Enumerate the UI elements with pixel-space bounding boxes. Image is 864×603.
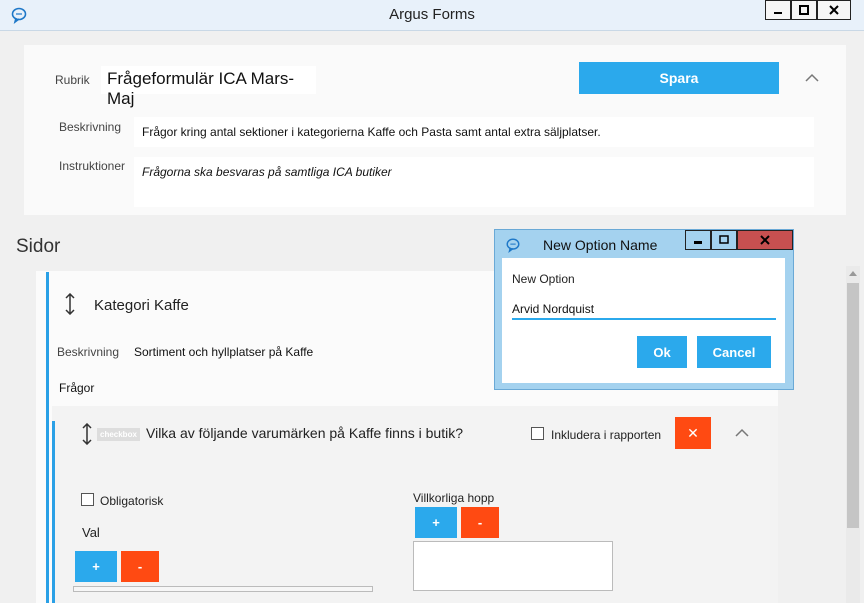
dialog-body: New Option Arvid Nordquist Ok Cancel <box>502 258 785 383</box>
dialog-maximize-icon <box>719 235 729 244</box>
close-icon <box>829 5 839 15</box>
dialog-minimize-icon <box>694 241 702 244</box>
add-option-button[interactable]: + <box>75 551 117 582</box>
beskrivning-label: Beskrivning <box>59 120 122 134</box>
window-title: Argus Forms <box>389 6 475 23</box>
save-button[interactable]: Spara <box>579 62 779 94</box>
dialog-close-button[interactable] <box>737 230 793 250</box>
fragor-label: Frågor <box>59 381 95 395</box>
villkorliga-hopp-label: Villkorliga hopp <box>413 491 495 505</box>
include-report-label: Inkludera i rapporten <box>551 428 662 442</box>
question-drag-handle-icon[interactable] <box>81 423 93 445</box>
minimize-button[interactable] <box>765 0 791 20</box>
add-jump-button[interactable]: + <box>415 507 457 538</box>
page-beskrivning-value[interactable]: Sortiment och hyllplatser på Kaffe <box>134 345 313 359</box>
delete-question-button[interactable]: ✕ <box>675 417 711 449</box>
scroll-up-icon[interactable] <box>848 269 858 277</box>
question-chevron-up-icon[interactable] <box>735 428 749 438</box>
maximize-button[interactable] <box>791 0 817 20</box>
val-label: Val <box>82 525 100 540</box>
minimize-icon <box>774 12 782 14</box>
scrollbar-thumb[interactable] <box>847 283 859 528</box>
drag-handle-icon[interactable] <box>64 293 76 315</box>
instruktioner-input[interactable]: Frågorna ska besvaras på samtliga ICA bu… <box>134 157 814 207</box>
dialog-speech-bubble-icon <box>506 238 520 253</box>
obligatorisk-checkbox[interactable] <box>81 493 94 506</box>
dialog-prompt: New Option <box>512 272 575 286</box>
instruktioner-label: Instruktioner <box>59 159 126 173</box>
page-accent-bar <box>46 272 49 603</box>
jumps-list[interactable] <box>413 541 613 591</box>
rubrik-input[interactable]: Frågeformulär ICA Mars-Maj <box>101 66 316 108</box>
window-titlebar: Argus Forms <box>0 0 864 31</box>
pages-section-title: Sidor <box>16 236 61 257</box>
beskrivning-input[interactable]: Frågor kring antal sektioner i kategorie… <box>134 117 814 147</box>
dialog-title: New Option Name <box>543 237 658 253</box>
obligatorisk-label: Obligatorisk <box>100 494 164 508</box>
new-option-dialog: New Option Name New Option Arvid Nordqui… <box>494 229 794 390</box>
page-title[interactable]: Kategori Kaffe <box>94 297 189 314</box>
dialog-close-icon <box>760 235 770 245</box>
dialog-maximize-button[interactable] <box>711 230 737 250</box>
close-button[interactable] <box>817 0 851 20</box>
question-type-badge: checkbox <box>97 428 140 441</box>
remove-jump-button[interactable]: - <box>461 507 499 538</box>
remove-option-button[interactable]: - <box>121 551 159 582</box>
cancel-button[interactable]: Cancel <box>697 336 771 368</box>
chevron-up-icon[interactable] <box>805 73 819 83</box>
question-text[interactable]: Vilka av följande varumärken på Kaffe fi… <box>146 425 463 441</box>
dialog-minimize-button[interactable] <box>685 230 711 250</box>
question-accent-bar <box>52 421 55 603</box>
rubrik-label: Rubrik <box>55 73 90 87</box>
page-beskrivning-label: Beskrivning <box>57 345 120 359</box>
include-report-checkbox[interactable] <box>531 427 544 440</box>
maximize-icon <box>799 5 809 15</box>
options-list[interactable] <box>73 586 373 592</box>
form-header-card: Rubrik Frågeformulär ICA Mars-Maj Spara … <box>24 45 846 215</box>
ok-button[interactable]: Ok <box>637 336 687 368</box>
option-name-input[interactable]: Arvid Nordquist <box>512 300 776 320</box>
